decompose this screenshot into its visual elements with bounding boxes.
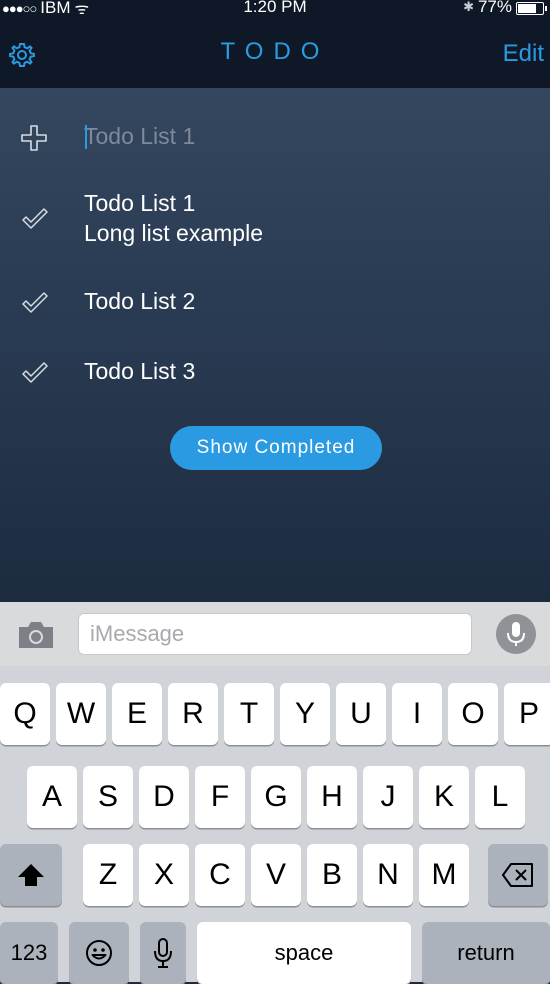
bluetooth-icon: ✱	[463, 0, 474, 14]
new-list-row	[0, 88, 550, 178]
page-title: TODO	[220, 38, 330, 65]
checkmark-icon[interactable]	[18, 202, 50, 234]
key-p[interactable]: P	[504, 683, 550, 745]
message-input[interactable]: iMessage	[78, 613, 472, 655]
battery-percent: 77%	[477, 0, 512, 16]
key-n[interactable]: N	[363, 844, 413, 906]
list-item[interactable]: Todo List 1 Long list example	[0, 185, 550, 255]
numbers-key[interactable]: 123	[0, 922, 58, 984]
key-q[interactable]: Q	[0, 683, 50, 745]
emoji-icon	[86, 940, 112, 966]
key-t[interactable]: T	[224, 683, 274, 745]
show-completed-button[interactable]: Show Completed	[170, 426, 382, 470]
key-y[interactable]: Y	[280, 683, 330, 745]
key-m[interactable]: M	[419, 844, 469, 906]
dictation-key[interactable]	[140, 922, 186, 984]
key-o[interactable]: O	[448, 683, 498, 745]
key-v[interactable]: V	[251, 844, 301, 906]
camera-icon[interactable]	[16, 618, 56, 650]
keyboard: QWERTYUIOP ASDFGHJKL ZXCVBNM 123 space r…	[0, 666, 550, 984]
status-bar: ●●●○○ IBM ᯤ 1:20 PM ✱ 77%	[0, 0, 550, 18]
list-title: Todo List 1	[84, 190, 196, 216]
list-title: Todo List 3	[84, 358, 196, 384]
todo-lists-panel: Todo List 1 Long list example Todo List …	[0, 88, 550, 602]
key-c[interactable]: C	[195, 844, 245, 906]
key-a[interactable]: A	[27, 766, 77, 828]
key-s[interactable]: S	[83, 766, 133, 828]
nav-bar: TODO Edit	[0, 18, 550, 88]
key-i[interactable]: I	[392, 683, 442, 745]
list-item[interactable]: Todo List 3	[0, 354, 550, 404]
plus-icon[interactable]	[18, 122, 50, 154]
key-g[interactable]: G	[251, 766, 301, 828]
new-list-input[interactable]	[84, 121, 484, 151]
key-h[interactable]: H	[307, 766, 357, 828]
key-d[interactable]: D	[139, 766, 189, 828]
emoji-key[interactable]	[69, 922, 129, 984]
key-e[interactable]: E	[112, 683, 162, 745]
key-u[interactable]: U	[336, 683, 386, 745]
battery-fill	[518, 3, 537, 13]
status-right: ✱ 77%	[463, 0, 547, 17]
key-b[interactable]: B	[307, 844, 357, 906]
key-x[interactable]: X	[139, 844, 189, 906]
checkmark-icon[interactable]	[18, 356, 50, 388]
key-l[interactable]: L	[475, 766, 525, 828]
return-key[interactable]: return	[422, 922, 550, 984]
list-item[interactable]: Todo List 2	[0, 284, 550, 334]
shift-icon	[18, 864, 44, 886]
microphone-icon	[154, 938, 172, 968]
text-cursor	[85, 125, 87, 149]
list-subtitle: Long list example	[84, 220, 263, 246]
key-r[interactable]: R	[168, 683, 218, 745]
message-bar: iMessage	[0, 602, 550, 666]
list-title: Todo List 2	[84, 288, 196, 314]
space-key[interactable]: space	[197, 922, 411, 984]
key-w[interactable]: W	[56, 683, 106, 745]
microphone-icon[interactable]	[496, 614, 536, 654]
battery-icon	[516, 1, 547, 15]
key-z[interactable]: Z	[83, 844, 133, 906]
checkmark-icon[interactable]	[18, 286, 50, 318]
edit-button[interactable]: Edit	[503, 40, 544, 68]
key-j[interactable]: J	[363, 766, 413, 828]
delete-icon	[502, 863, 533, 887]
delete-key[interactable]	[488, 844, 548, 906]
key-f[interactable]: F	[195, 766, 245, 828]
shift-key[interactable]	[0, 844, 62, 906]
key-k[interactable]: K	[419, 766, 469, 828]
